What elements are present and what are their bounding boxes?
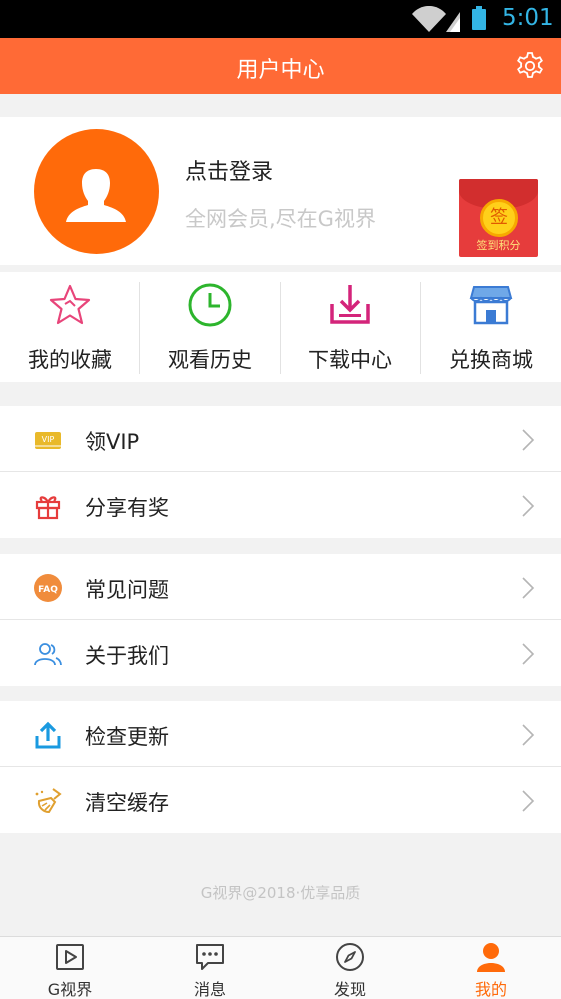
about-us-label: 关于我们 [85,644,169,668]
nav-messages[interactable]: 消息 [140,937,280,999]
nav-mine[interactable]: 我的 [421,937,561,999]
status-bar: 5:01 [0,0,561,38]
signin-caption: 签到积分 [476,239,521,252]
downloads-action[interactable]: 下载中心 [280,272,420,382]
faq-row[interactable]: FAQ 常见问题 [0,554,561,620]
share-reward-label: 分享有奖 [85,496,169,520]
page-title: 用户中心 [236,58,325,83]
app-header: 用户中心 [0,38,561,94]
chevron-right-icon [522,495,535,517]
nav-home-label: G视界 [47,980,93,999]
footer-slogan: G视界@2018·优享品质 [200,884,361,902]
vip-label: 领VIP [85,430,140,454]
broom-icon [35,788,62,814]
play-icon [56,944,84,970]
menu-section-help: FAQ 常见问题 关于我们 [0,554,561,686]
gift-icon [35,496,61,520]
user-silhouette-icon [66,169,126,222]
compass-icon [336,943,364,971]
vip-row[interactable]: VIP 领VIP [0,406,561,472]
star-icon [49,284,91,325]
chevron-right-icon [522,724,535,746]
faq-label: 常见问题 [85,578,169,602]
svg-text:FAQ: FAQ [38,585,58,595]
svg-text:VIP: VIP [42,435,55,444]
chevron-right-icon [522,643,535,665]
history-label: 观看历史 [168,348,252,372]
upload-icon [35,721,61,749]
share-reward-row[interactable]: 分享有奖 [0,472,561,538]
check-update-row[interactable]: 检查更新 [0,701,561,767]
nav-home[interactable]: G视界 [0,937,140,999]
person-icon [477,943,505,972]
menu-section-system: 检查更新 清空缓存 [0,701,561,833]
gear-icon[interactable] [514,50,546,82]
chevron-right-icon [522,577,535,599]
chevron-right-icon [522,429,535,451]
nav-messages-label: 消息 [193,980,226,999]
profile-subtitle: 全网会员,尽在G视界 [185,207,376,231]
menu-section-rewards: VIP 领VIP 分享有奖 [0,406,561,538]
store-label: 兑换商城 [449,348,533,372]
chevron-right-icon [522,790,535,812]
favorites-action[interactable]: 我的收藏 [0,272,140,382]
signin-red-packet-button[interactable]: 签 签到积分 [459,179,538,257]
check-update-label: 检查更新 [85,725,169,749]
clear-cache-label: 清空缓存 [85,791,169,815]
sign-coin-icon: 签 [480,199,518,237]
nav-discover-label: 发现 [333,980,366,999]
clear-cache-row[interactable]: 清空缓存 [0,767,561,833]
people-icon [34,643,62,666]
nav-discover[interactable]: 发现 [280,937,420,999]
nav-mine-label: 我的 [474,980,507,999]
store-icon [469,286,513,325]
clock-time: 5:01 [502,5,554,31]
favorites-label: 我的收藏 [28,348,112,372]
store-action[interactable]: 兑换商城 [421,272,561,382]
history-action[interactable]: 观看历史 [140,272,280,382]
battery-icon [472,6,486,30]
faq-icon: FAQ [34,574,62,602]
downloads-label: 下载中心 [308,348,392,372]
about-us-row[interactable]: 关于我们 [0,620,561,686]
login-link[interactable]: 点击登录 [185,154,273,186]
avatar[interactable] [34,129,159,254]
download-icon [330,285,370,324]
profile-card[interactable]: 点击登录 全网会员,尽在G视界 签 签到积分 [0,117,561,265]
bottom-navigation: G视界 消息 发现 我的 [0,936,561,999]
clock-icon [188,283,232,327]
quick-actions: 我的收藏 观看历史 下载中心 兑换商城 [0,272,561,382]
signal-icon [412,6,460,32]
vip-card-icon: VIP [35,432,61,449]
message-icon [196,944,224,970]
